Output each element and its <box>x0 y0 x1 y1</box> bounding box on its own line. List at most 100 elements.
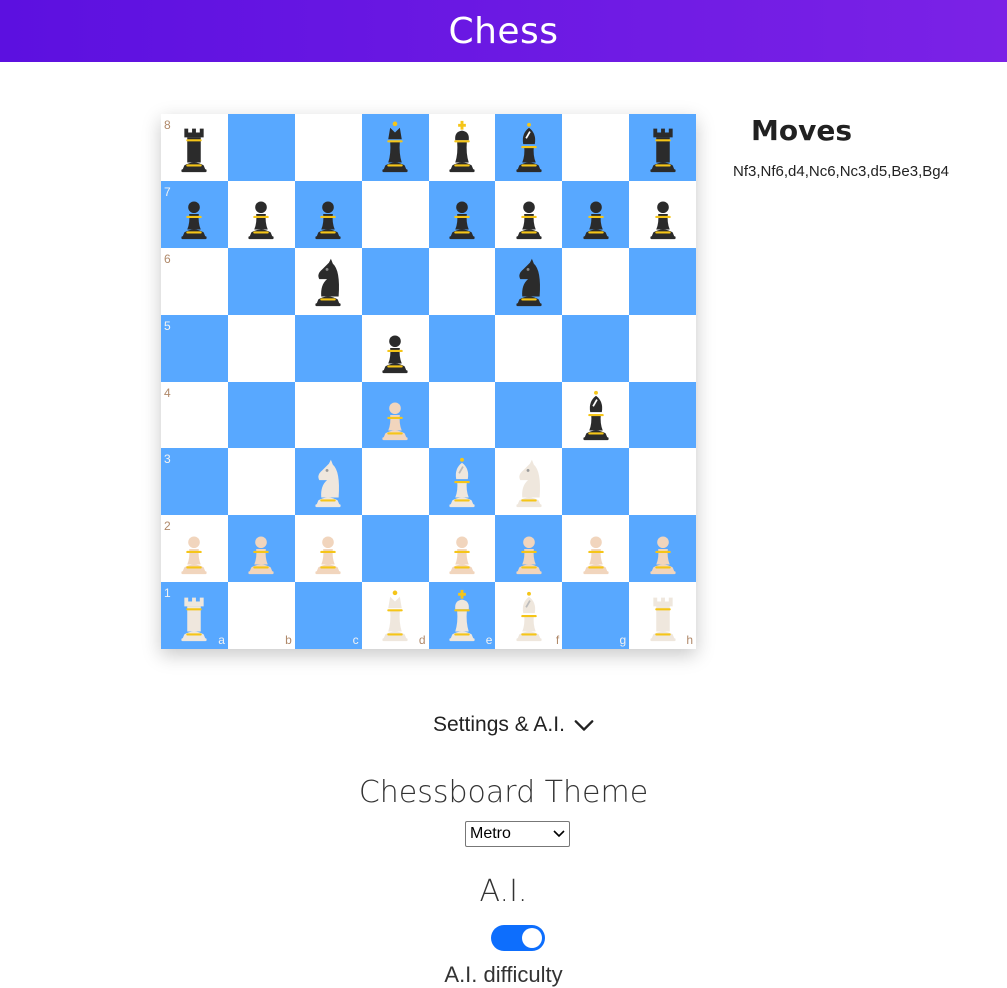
square-e3[interactable] <box>428 448 496 516</box>
square-c5[interactable] <box>294 314 362 382</box>
square-f3[interactable] <box>495 448 563 516</box>
white-knight-icon[interactable] <box>308 454 348 510</box>
square-c4[interactable] <box>294 381 362 449</box>
square-h3[interactable] <box>629 448 696 516</box>
theme-select[interactable]: Metro <box>465 821 570 847</box>
square-h2[interactable] <box>629 515 696 583</box>
black-pawn-icon[interactable] <box>174 186 214 242</box>
square-f8[interactable] <box>495 114 563 181</box>
square-c7[interactable] <box>294 180 362 248</box>
white-pawn-icon[interactable] <box>241 521 281 577</box>
square-h5[interactable] <box>629 314 696 382</box>
white-pawn-icon[interactable] <box>509 521 549 577</box>
square-g5[interactable] <box>562 314 630 382</box>
square-d1[interactable]: d <box>361 582 429 649</box>
black-pawn-icon[interactable] <box>576 186 616 242</box>
square-f4[interactable] <box>495 381 563 449</box>
black-rook-icon[interactable] <box>174 119 214 175</box>
white-bishop-icon[interactable] <box>442 454 482 510</box>
black-knight-icon[interactable] <box>308 253 348 309</box>
square-a8[interactable]: 8 <box>161 114 228 181</box>
square-b7[interactable] <box>227 180 295 248</box>
black-knight-icon[interactable] <box>509 253 549 309</box>
square-c6[interactable] <box>294 247 362 315</box>
square-g3[interactable] <box>562 448 630 516</box>
white-knight-icon[interactable] <box>509 454 549 510</box>
square-g4[interactable] <box>562 381 630 449</box>
square-h4[interactable] <box>629 381 696 449</box>
black-pawn-icon[interactable] <box>643 186 683 242</box>
square-h6[interactable] <box>629 247 696 315</box>
square-a4[interactable]: 4 <box>161 381 228 449</box>
square-h7[interactable] <box>629 180 696 248</box>
square-b2[interactable] <box>227 515 295 583</box>
square-c3[interactable] <box>294 448 362 516</box>
square-b3[interactable] <box>227 448 295 516</box>
square-a2[interactable]: 2 <box>161 515 228 583</box>
black-pawn-icon[interactable] <box>509 186 549 242</box>
square-d5[interactable] <box>361 314 429 382</box>
square-b8[interactable] <box>227 114 295 181</box>
square-a5[interactable]: 5 <box>161 314 228 382</box>
square-a3[interactable]: 3 <box>161 448 228 516</box>
square-e8[interactable] <box>428 114 496 181</box>
square-d6[interactable] <box>361 247 429 315</box>
square-f6[interactable] <box>495 247 563 315</box>
black-pawn-icon[interactable] <box>308 186 348 242</box>
square-f5[interactable] <box>495 314 563 382</box>
white-pawn-icon[interactable] <box>643 521 683 577</box>
square-h1[interactable]: h <box>629 582 696 649</box>
square-c2[interactable] <box>294 515 362 583</box>
white-pawn-icon[interactable] <box>308 521 348 577</box>
square-b6[interactable] <box>227 247 295 315</box>
square-a6[interactable]: 6 <box>161 247 228 315</box>
square-e5[interactable] <box>428 314 496 382</box>
square-h8[interactable] <box>629 114 696 181</box>
black-pawn-icon[interactable] <box>375 320 415 376</box>
square-b1[interactable]: b <box>227 582 295 649</box>
black-bishop-icon[interactable] <box>509 119 549 175</box>
square-c1[interactable]: c <box>294 582 362 649</box>
square-f2[interactable] <box>495 515 563 583</box>
square-f7[interactable] <box>495 180 563 248</box>
white-pawn-icon[interactable] <box>375 387 415 443</box>
square-d3[interactable] <box>361 448 429 516</box>
white-pawn-icon[interactable] <box>174 521 214 577</box>
white-rook-icon[interactable] <box>643 588 683 644</box>
settings-toggle-button[interactable]: Settings & A.I. <box>433 713 595 737</box>
square-d2[interactable] <box>361 515 429 583</box>
square-c8[interactable] <box>294 114 362 181</box>
square-f1[interactable]: f <box>495 582 563 649</box>
square-b5[interactable] <box>227 314 295 382</box>
ai-toggle-knob <box>522 928 542 948</box>
black-king-icon[interactable] <box>442 119 482 175</box>
square-e2[interactable] <box>428 515 496 583</box>
square-d8[interactable] <box>361 114 429 181</box>
square-d4[interactable] <box>361 381 429 449</box>
black-pawn-icon[interactable] <box>241 186 281 242</box>
square-e6[interactable] <box>428 247 496 315</box>
black-bishop-icon[interactable] <box>576 387 616 443</box>
black-rook-icon[interactable] <box>643 119 683 175</box>
square-g6[interactable] <box>562 247 630 315</box>
black-pawn-icon[interactable] <box>442 186 482 242</box>
square-g7[interactable] <box>562 180 630 248</box>
square-g1[interactable]: g <box>562 582 630 649</box>
square-e4[interactable] <box>428 381 496 449</box>
square-e7[interactable] <box>428 180 496 248</box>
square-a1[interactable]: 1a <box>161 582 228 649</box>
square-g8[interactable] <box>562 114 630 181</box>
square-e1[interactable]: e <box>428 582 496 649</box>
white-pawn-icon[interactable] <box>576 521 616 577</box>
white-king-icon[interactable] <box>442 588 482 644</box>
white-rook-icon[interactable] <box>174 588 214 644</box>
white-bishop-icon[interactable] <box>509 588 549 644</box>
square-g2[interactable] <box>562 515 630 583</box>
square-d7[interactable] <box>361 180 429 248</box>
black-queen-icon[interactable] <box>375 119 415 175</box>
white-queen-icon[interactable] <box>375 588 415 644</box>
square-a7[interactable]: 7 <box>161 180 228 248</box>
white-pawn-icon[interactable] <box>442 521 482 577</box>
square-b4[interactable] <box>227 381 295 449</box>
ai-toggle-switch[interactable] <box>491 925 545 951</box>
